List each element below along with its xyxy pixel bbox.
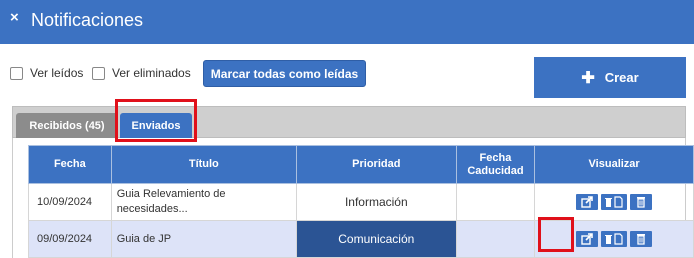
cell-visualizar xyxy=(534,183,694,221)
window-header: × Notificaciones xyxy=(0,0,694,44)
create-button-label: Crear xyxy=(604,70,639,85)
cell-titulo: Guia de JP xyxy=(110,220,297,258)
table-row[interactable]: 09/09/2024 Guia de JP Comunicación xyxy=(28,220,694,258)
highlight-visualizar-icon xyxy=(538,217,574,252)
checkbox-ver-eliminados[interactable]: Ver eliminados xyxy=(92,66,191,80)
delete-file-icon[interactable] xyxy=(601,194,628,210)
cell-fecha: 10/09/2024 xyxy=(28,183,112,221)
column-header-titulo[interactable]: Título xyxy=(110,145,297,184)
cell-titulo-line: Guia de JP xyxy=(116,232,172,245)
cell-fecha: 09/09/2024 xyxy=(28,220,112,258)
cell-titulo-line: necesidades... xyxy=(116,203,188,215)
trash-icon[interactable] xyxy=(630,194,653,210)
tab-recibidos[interactable]: Recibidos (45) xyxy=(16,113,118,138)
cell-titulo: Guia Relevamiento de necesidades... xyxy=(110,183,297,221)
checkbox-label: Ver leídos xyxy=(30,66,84,80)
column-header-fecha[interactable]: Fecha xyxy=(28,145,112,184)
cell-fecha-caducidad xyxy=(455,183,536,221)
checkbox-box[interactable] xyxy=(92,66,105,80)
highlight-enviados-tab xyxy=(115,99,197,142)
trash-icon[interactable] xyxy=(630,231,653,247)
window-title: Notificaciones xyxy=(31,10,144,30)
mark-all-read-button[interactable]: Marcar todas como leídas xyxy=(203,60,366,87)
checkbox-box[interactable] xyxy=(10,66,23,80)
column-header-line: Caducidad xyxy=(467,164,524,177)
column-header-fecha-caducidad[interactable]: Fecha Caducidad xyxy=(455,145,536,184)
cell-prioridad: Comunicación xyxy=(295,220,457,258)
column-header-prioridad[interactable]: Prioridad xyxy=(295,145,457,184)
close-icon[interactable]: × xyxy=(10,9,19,26)
checkbox-label: Ver eliminados xyxy=(112,66,191,80)
cell-prioridad: Información xyxy=(295,183,457,221)
checkbox-ver-leidos[interactable]: Ver leídos xyxy=(10,66,83,80)
column-header-line: Fecha xyxy=(479,151,512,164)
delete-file-icon[interactable] xyxy=(601,231,628,247)
table-row[interactable]: 10/09/2024 Guia Relevamiento de necesida… xyxy=(28,183,694,221)
create-button[interactable]: ✚ Crear xyxy=(534,57,686,98)
cell-fecha-caducidad xyxy=(455,220,536,258)
plus-icon: ✚ xyxy=(581,69,595,87)
external-link-icon[interactable] xyxy=(576,194,599,210)
cell-titulo-line: Guia Relevamiento de xyxy=(116,188,226,200)
column-header-visualizar: Visualizar xyxy=(534,145,694,184)
notifications-table: Fecha Título Prioridad Fecha Caducidad V… xyxy=(28,145,694,258)
external-link-icon[interactable] xyxy=(576,231,599,247)
